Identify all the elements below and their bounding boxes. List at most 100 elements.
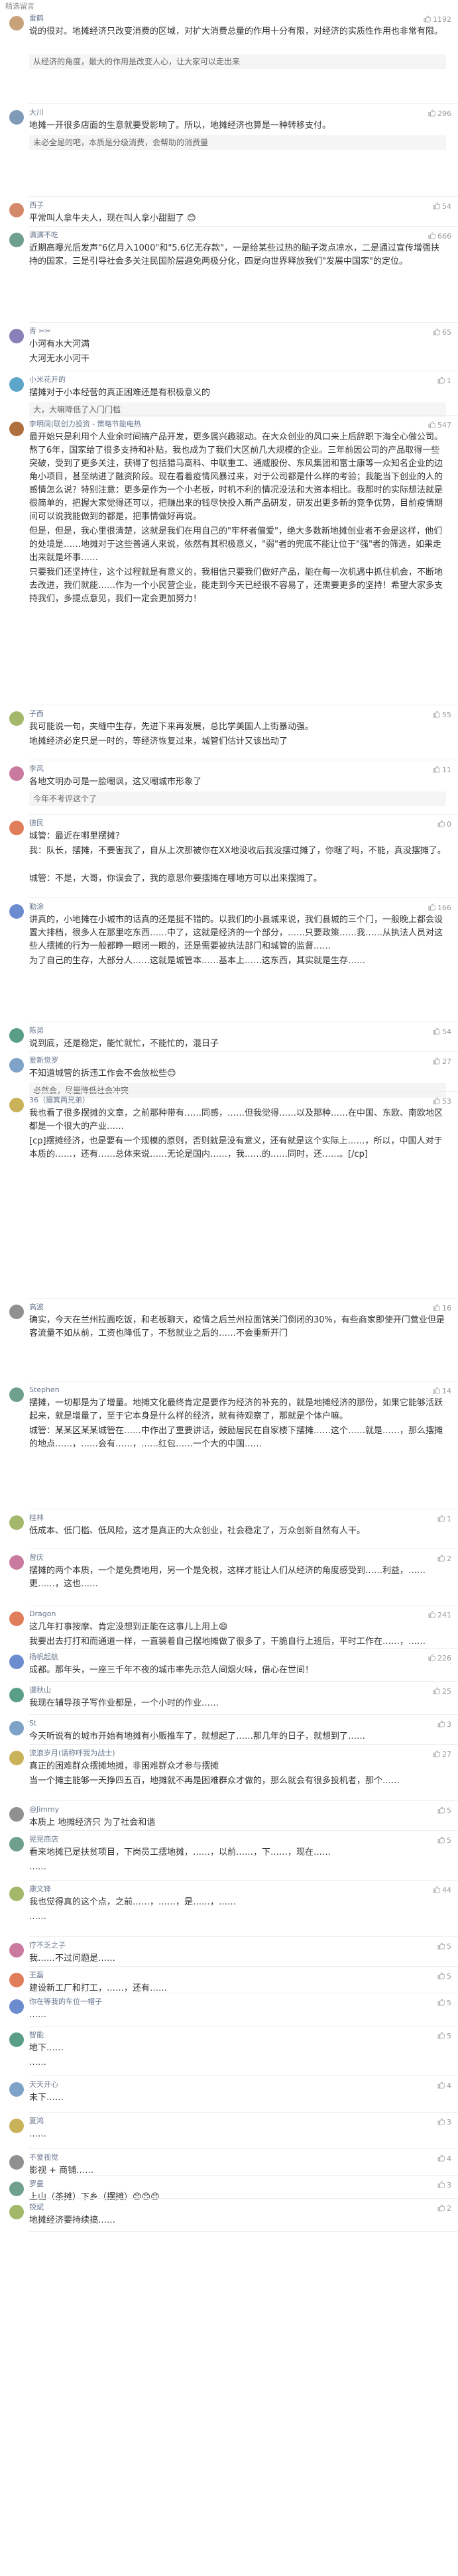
- like-button[interactable]: 3: [437, 2117, 451, 2128]
- commenter-name[interactable]: St: [29, 1718, 36, 1729]
- like-button[interactable]: 296: [428, 109, 451, 119]
- like-button[interactable]: 27: [433, 1057, 451, 1067]
- like-button[interactable]: 1192: [424, 15, 451, 25]
- like-button[interactable]: 5: [437, 1998, 451, 2009]
- commenter-name[interactable]: 不爱视觉: [29, 2152, 58, 2163]
- avatar[interactable]: [9, 2182, 24, 2196]
- like-button[interactable]: 241: [428, 1610, 451, 1621]
- like-button[interactable]: 1: [437, 1514, 451, 1525]
- like-button[interactable]: 5: [437, 1806, 451, 1816]
- avatar[interactable]: [9, 766, 24, 781]
- like-button[interactable]: 666: [428, 231, 451, 242]
- avatar[interactable]: [9, 110, 24, 125]
- commenter-name[interactable]: 王磊: [29, 1970, 44, 1981]
- commenter-name[interactable]: 大川: [29, 107, 44, 118]
- avatar[interactable]: [9, 1807, 24, 1822]
- commenter-name[interactable]: 疗不乏之子: [29, 1940, 66, 1951]
- like-button[interactable]: 54: [433, 202, 451, 212]
- avatar[interactable]: [9, 1943, 24, 1958]
- avatar[interactable]: [9, 1887, 24, 1901]
- avatar[interactable]: [9, 1611, 24, 1626]
- like-button[interactable]: 44: [433, 1885, 451, 1896]
- like-button[interactable]: 53: [433, 1096, 451, 1107]
- commenter-name[interactable]: Dragon: [29, 1609, 56, 1619]
- like-button[interactable]: 16: [433, 1303, 451, 1314]
- like-button[interactable]: 166: [428, 903, 451, 913]
- avatar[interactable]: [9, 1305, 24, 1319]
- commenter-name[interactable]: 雷鹤: [29, 13, 44, 24]
- commenter-name[interactable]: 小米花开的: [29, 375, 66, 385]
- like-button[interactable]: 14: [433, 1386, 451, 1397]
- avatar[interactable]: [9, 1058, 24, 1073]
- avatar[interactable]: [9, 1688, 24, 1702]
- avatar[interactable]: [9, 377, 24, 392]
- avatar[interactable]: [9, 233, 24, 247]
- avatar[interactable]: [9, 1751, 24, 1765]
- like-button[interactable]: 0: [437, 819, 451, 830]
- commenter-name[interactable]: Stephen: [29, 1385, 60, 1395]
- like-button[interactable]: 65: [433, 327, 451, 338]
- commenter-name[interactable]: 夏鸿: [29, 2116, 44, 2127]
- commenter-name[interactable]: 勤涂: [29, 902, 44, 912]
- avatar[interactable]: [9, 1028, 24, 1043]
- commenter-name[interactable]: 扬帆起航: [29, 1652, 58, 1663]
- avatar[interactable]: [9, 16, 24, 30]
- avatar[interactable]: [9, 2032, 24, 2047]
- like-button[interactable]: 55: [433, 710, 451, 721]
- like-button[interactable]: 3: [437, 1720, 451, 1730]
- like-button[interactable]: 547: [428, 420, 451, 431]
- commenter-name[interactable]: 桂林: [29, 1513, 44, 1523]
- commenter-name[interactable]: 德民: [29, 818, 44, 829]
- avatar[interactable]: [9, 1721, 24, 1735]
- avatar[interactable]: [9, 2119, 24, 2133]
- like-button[interactable]: 4: [437, 2081, 451, 2091]
- commenter-name[interactable]: 流浪岁月(请称呼我为战士): [29, 1748, 115, 1759]
- commenter-name[interactable]: 西子: [29, 200, 44, 211]
- like-button[interactable]: 5: [437, 1971, 451, 1982]
- commenter-name[interactable]: 天天开心: [29, 2079, 58, 2090]
- avatar[interactable]: [9, 1387, 24, 1402]
- commenter-name[interactable]: 漫秋山: [29, 1685, 51, 1696]
- like-button[interactable]: 27: [433, 1749, 451, 1760]
- like-button[interactable]: 54: [433, 1027, 451, 1037]
- commenter-name[interactable]: 爱新觉罗: [29, 1055, 58, 1066]
- commenter-name[interactable]: 康文锋: [29, 1884, 51, 1895]
- like-button[interactable]: 5: [437, 2031, 451, 2042]
- commenter-name[interactable]: 36（撮箕两兄弟）: [29, 1095, 89, 1106]
- like-button[interactable]: 2: [437, 1554, 451, 1564]
- commenter-name[interactable]: 陈弟: [29, 1025, 44, 1036]
- commenter-name[interactable]: 曾庆: [29, 1552, 44, 1563]
- like-button[interactable]: 5: [437, 1942, 451, 1952]
- avatar[interactable]: [9, 329, 24, 343]
- avatar[interactable]: [9, 203, 24, 217]
- commenter-name[interactable]: 智能: [29, 2030, 44, 2040]
- like-button[interactable]: 226: [428, 1653, 451, 1664]
- avatar[interactable]: [9, 904, 24, 919]
- avatar[interactable]: [9, 422, 24, 436]
- commenter-name[interactable]: 满满不吃: [29, 230, 58, 241]
- like-button[interactable]: 4: [437, 2154, 451, 2164]
- commenter-name[interactable]: 锐斌: [29, 2202, 44, 2213]
- avatar[interactable]: [9, 1555, 24, 1570]
- like-button[interactable]: 25: [433, 1686, 451, 1697]
- avatar[interactable]: [9, 711, 24, 726]
- avatar[interactable]: [9, 2205, 24, 2219]
- commenter-name[interactable]: 李明阔|联创力投资 - 策略节能电热: [29, 419, 141, 430]
- avatar[interactable]: [9, 821, 24, 835]
- avatar[interactable]: [9, 2082, 24, 2097]
- like-button[interactable]: 5: [437, 1836, 451, 1846]
- like-button[interactable]: 3: [437, 2180, 451, 2191]
- avatar[interactable]: [9, 1973, 24, 1987]
- commenter-name[interactable]: 晃晃商店: [29, 1834, 58, 1845]
- like-button[interactable]: 1: [437, 376, 451, 386]
- avatar[interactable]: [9, 1837, 24, 1851]
- commenter-name[interactable]: @Jimmy: [29, 1804, 59, 1815]
- like-button[interactable]: 2: [437, 2203, 451, 2214]
- avatar[interactable]: [9, 1515, 24, 1530]
- avatar[interactable]: [9, 1098, 24, 1112]
- commenter-name[interactable]: 你在等我的车位一帽子: [29, 1997, 102, 2007]
- avatar[interactable]: [9, 1655, 24, 1669]
- commenter-name[interactable]: 高波: [29, 1302, 44, 1313]
- like-button[interactable]: 11: [433, 765, 451, 776]
- commenter-name[interactable]: 青 ✂︎✂︎: [29, 326, 51, 337]
